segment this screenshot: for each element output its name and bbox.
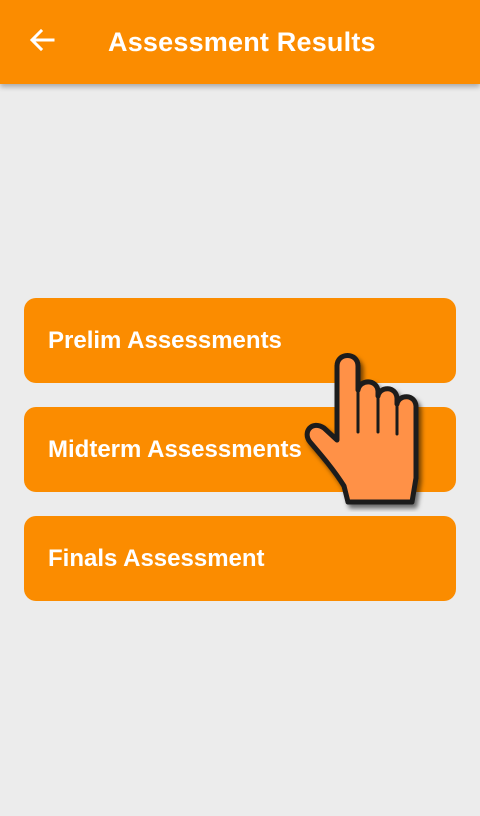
menu-item-label: Finals Assessment xyxy=(48,544,265,572)
menu-item-label: Midterm Assessments xyxy=(48,435,302,463)
back-button[interactable] xyxy=(18,22,66,62)
menu-item-label: Prelim Assessments xyxy=(48,326,282,354)
midterm-assessments-button[interactable]: Midterm Assessments xyxy=(24,407,456,492)
finals-assessment-button[interactable]: Finals Assessment xyxy=(24,516,456,601)
arrow-left-icon xyxy=(29,28,55,57)
prelim-assessments-button[interactable]: Prelim Assessments xyxy=(24,298,456,383)
main-content: Prelim Assessments Midterm Assessments F… xyxy=(0,84,480,816)
app-bar: Assessment Results xyxy=(0,0,480,84)
page-title: Assessment Results xyxy=(108,27,376,57)
